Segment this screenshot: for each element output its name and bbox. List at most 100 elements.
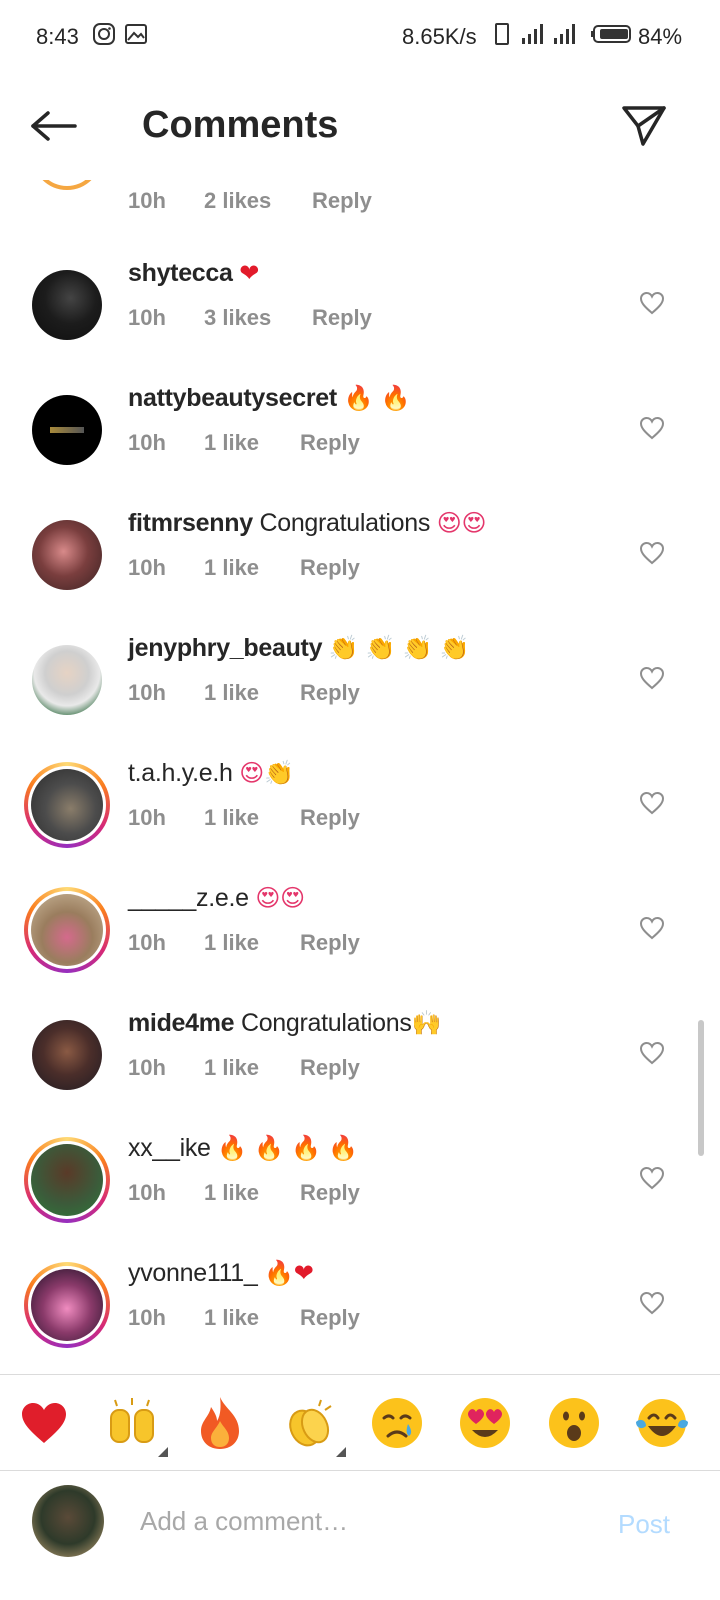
surprised-face-emoji-button[interactable] [544,1393,604,1453]
comment-likes[interactable]: 1 like [204,1180,300,1206]
comment-meta: 10h 1 like Reply [128,930,360,956]
heart-outline-icon [639,916,665,940]
like-button[interactable] [636,1287,668,1319]
scrollbar[interactable] [698,1020,704,1156]
comment-likes[interactable]: 1 like [204,805,300,831]
comment-composer: Post [0,1470,720,1600]
avatar-story-ring[interactable] [24,1262,110,1348]
like-button[interactable] [636,1037,668,1069]
comment-username[interactable]: shytecca [128,259,233,287]
comment-username[interactable]: jenyphry_beauty [128,634,322,662]
reply-button[interactable]: Reply [300,430,360,456]
comment-username[interactable]: yvonne111_ [128,1259,258,1287]
comment-likes[interactable]: 1 like [204,1305,300,1331]
comment-likes[interactable]: 1 like [204,1055,300,1081]
comment-meta: 10h 2 likes Reply [128,188,372,214]
comment-likes[interactable]: 2 likes [204,188,312,214]
surprised-face-icon [549,1398,599,1448]
like-button[interactable] [636,787,668,819]
clapping-hands-emoji-button[interactable] [280,1393,346,1457]
reply-button[interactable]: Reply [312,305,372,331]
network-speed: 8.65K/s [402,24,477,49]
comment-item: mide4me Congratulations🙌 10h 1 like Reply [0,1003,720,1128]
reply-button[interactable]: Reply [300,1180,360,1206]
like-button[interactable] [636,537,668,569]
comment-username[interactable]: nattybeautysecret [128,384,337,412]
comment-username[interactable]: fitmrsenny [128,509,253,537]
reply-button[interactable]: Reply [300,1305,360,1331]
fire-emoji-button[interactable] [190,1393,250,1453]
tears-of-joy-emoji-button[interactable] [632,1393,692,1453]
avatar[interactable] [32,270,102,340]
comment-time: 10h [128,1055,166,1080]
comment-input[interactable] [140,1499,590,1543]
comment-item: _____z.e.e 😍😍 10h 1 like Reply [0,878,720,1003]
comment-username[interactable]: t.a.h.y.e.h [128,759,233,787]
gallery-icon [125,24,147,44]
like-button[interactable] [636,287,668,319]
heart-emoji-button[interactable] [14,1393,74,1453]
comment-text: yvonne111_ 🔥❤ [128,1259,314,1288]
comment-time: 10h [128,930,166,955]
comment-username[interactable]: mide4me [128,1009,235,1037]
comment-item: xx__ike 🔥 🔥 🔥 🔥 10h 1 like Reply [0,1128,720,1253]
avatar[interactable] [32,645,102,715]
phone-outline-icon [495,23,509,45]
avatar-story-ring[interactable] [24,762,110,848]
avatar-story-ring[interactable] [24,887,110,973]
comments-list[interactable]: 10h 2 likes Reply shytecca ❤ 10h 3 likes Rep… [0,160,720,1374]
comment-text: shytecca ❤ [128,259,259,288]
comment-username[interactable]: xx__ike [128,1134,211,1162]
reply-button[interactable]: Reply [300,555,360,581]
comment-meta: 10h 1 like Reply [128,805,360,831]
comment-time: 10h [128,188,166,213]
reply-button[interactable]: Reply [312,188,372,214]
avatar-story-ring[interactable] [24,1137,110,1223]
heart-eyes-icon [460,1398,510,1448]
comment-likes[interactable]: 1 like [204,430,300,456]
avatar[interactable] [32,520,102,590]
like-button[interactable] [636,662,668,694]
like-button[interactable] [636,912,668,944]
post-button[interactable]: Post [618,1509,670,1540]
reply-button[interactable]: Reply [300,680,360,706]
heart-outline-icon [639,1291,665,1315]
comment-item: nattybeautysecret 🔥 🔥 10h 1 like Reply [0,378,720,503]
page-title: Comments [142,104,339,146]
heart-outline-icon [639,416,665,440]
back-button[interactable] [24,100,84,152]
like-button[interactable] [636,412,668,444]
comment-meta: 10h 1 like Reply [128,1055,360,1081]
comment-likes[interactable]: 1 like [204,680,300,706]
share-button[interactable] [616,98,672,154]
send-icon [622,106,666,146]
comment-emoji: 😍👏 [239,759,294,787]
comments-header: Comments [0,72,720,180]
comment-emoji: 🔥 🔥 🔥 🔥 [217,1134,358,1162]
comment-text: jenyphry_beauty 👏 👏 👏 👏 [128,634,469,663]
like-button[interactable] [636,1162,668,1194]
reply-button[interactable]: Reply [300,930,360,956]
avatar[interactable] [32,395,102,465]
heart-outline-icon [639,1166,665,1190]
back-arrow-icon [31,111,77,141]
reply-button[interactable]: Reply [300,1055,360,1081]
raised-hands-icon [110,1398,154,1443]
comment-likes[interactable]: 3 likes [204,305,312,331]
crying-face-emoji-button[interactable] [367,1393,427,1453]
raised-hands-emoji-button[interactable] [102,1393,168,1457]
comment-username[interactable]: _____z.e.e [128,884,249,912]
comment-emoji: 🙌 [411,1009,442,1037]
skin-tone-indicator [336,1447,346,1457]
comment-likes[interactable]: 1 like [204,555,300,581]
emoji-quick-bar [0,1374,720,1470]
fire-icon [201,1397,239,1449]
comment-likes[interactable]: 1 like [204,930,300,956]
heart-outline-icon [639,1041,665,1065]
reply-button[interactable]: Reply [300,805,360,831]
comment-text: fitmrsenny Congratulations 😍😍 [128,509,487,538]
comment-item: fitmrsenny Congratulations 😍😍 10h 1 like R… [0,503,720,628]
comment-body: Congratulations [240,1009,412,1037]
heart-eyes-emoji-button[interactable] [455,1393,515,1453]
avatar[interactable] [32,1020,102,1090]
